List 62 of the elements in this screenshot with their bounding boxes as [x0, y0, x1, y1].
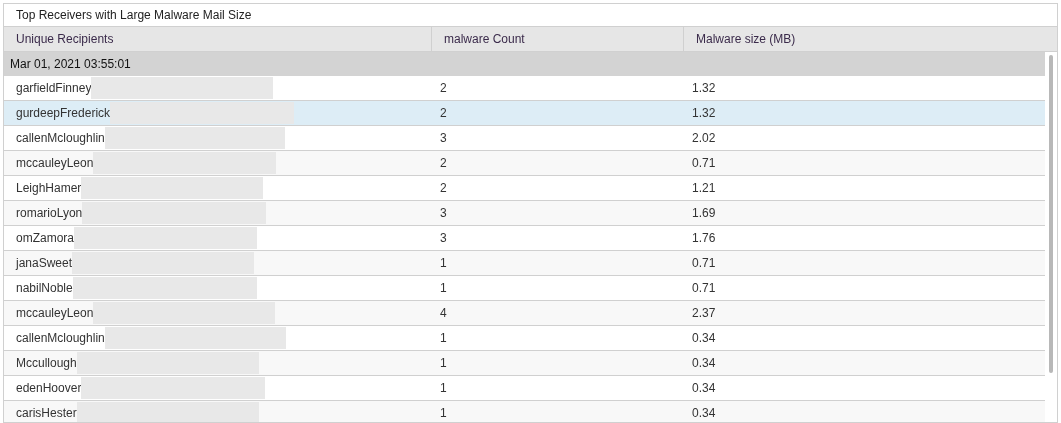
table-cell-text: 2 [440, 155, 447, 172]
table-cell-text: edenHoover [16, 380, 82, 397]
table-cell-text: mccauleyLeon [16, 305, 94, 322]
table-cell-text: 0.34 [692, 330, 716, 347]
table-row[interactable]: callenMcloughlin 3 2.02 [4, 126, 1045, 151]
scrollbar-thumb[interactable] [1049, 55, 1053, 373]
table-row[interactable]: mccauleyLeon 2 0.71 [4, 151, 1045, 176]
table-cell-text: 1 [440, 330, 447, 347]
table-cell-text: 1 [440, 405, 447, 422]
table-cell-text: nabilNoble [16, 280, 73, 297]
table-cell-text: 1.32 [692, 105, 716, 122]
table-row[interactable]: mccauleyLeon 4 2.37 [4, 301, 1045, 326]
table-row[interactable]: romarioLyon 3 1.69 [4, 201, 1045, 226]
table-row[interactable]: callenMcloughlin 1 0.34 [4, 326, 1045, 351]
table-cell-text: romarioLyon [16, 205, 83, 222]
table-cell-text: mccauleyLeon [16, 155, 94, 172]
table-cell-text: LeighHamer [16, 180, 82, 197]
column-header[interactable]: Unique Recipients [16, 30, 114, 48]
table-row[interactable]: omZamora 3 1.76 [4, 226, 1045, 251]
table-cell-text: garfieldFinney [16, 80, 92, 97]
table-cell-text: 1 [440, 280, 447, 297]
table-row[interactable]: gurdeepFrederick 2 1.32 [4, 101, 1045, 126]
table-cell-text: 2.02 [692, 130, 716, 147]
table-cell-text: callenMcloughlin [16, 130, 105, 147]
table-cell-text: 1 [440, 380, 447, 397]
table-cell-text: 1 [440, 255, 447, 272]
table-cell-text: 3 [440, 130, 447, 147]
table-row[interactable]: edenHoover 1 0.34 [4, 376, 1045, 401]
table-row[interactable]: nabilNoble 1 0.71 [4, 276, 1045, 301]
table-cell-text: carisHester [16, 405, 77, 422]
table-row[interactable]: garfieldFinney 2 1.32 [4, 76, 1045, 101]
column-header[interactable]: Malware size (MB) [696, 30, 796, 48]
table-row[interactable]: janaSweet 1 0.71 [4, 251, 1045, 276]
table-cell-text: 0.71 [692, 255, 716, 272]
table-cell-text: 2 [440, 80, 447, 97]
panel-title: Top Receivers with Large Malware Mail Size [16, 7, 252, 24]
table-cell-text: 2 [440, 105, 447, 122]
table-cell-text: 2 [440, 180, 447, 197]
table-cell-text: 0.71 [692, 280, 716, 297]
table-cell-text: 1.76 [692, 230, 716, 247]
column-header[interactable]: malware Count [444, 30, 525, 48]
table-cell-text: 1 [440, 355, 447, 372]
group-label: Mar 01, 2021 03:55:01 [10, 56, 131, 73]
table-cell-text: 3 [440, 205, 447, 222]
table-cell-text: 1.69 [692, 205, 716, 222]
table-row[interactable]: LeighHamer 2 1.21 [4, 176, 1045, 201]
table-cell-text: omZamora [16, 230, 74, 247]
table-cell-text: janaSweet [16, 255, 73, 272]
table-cell-text: 2.37 [692, 305, 716, 322]
table-cell-text: gurdeepFrederick [16, 105, 111, 122]
table-cell-text: 0.34 [692, 380, 716, 397]
table-cell-text: 0.34 [692, 355, 716, 372]
table-cell-text: 3 [440, 230, 447, 247]
table-cell-text: 1.21 [692, 180, 716, 197]
table-row[interactable]: Mccullough 1 0.34 [4, 351, 1045, 376]
table-cell-text: 4 [440, 305, 447, 322]
table-row[interactable]: carisHester 1 0.34 [4, 401, 1045, 422]
table-cell-text: Mccullough [16, 355, 77, 372]
table-cell-text: 0.34 [692, 405, 716, 422]
table-cell-text: 1.32 [692, 80, 716, 97]
table-cell-text: callenMcloughlin [16, 330, 105, 347]
table-cell-text: 0.71 [692, 155, 716, 172]
